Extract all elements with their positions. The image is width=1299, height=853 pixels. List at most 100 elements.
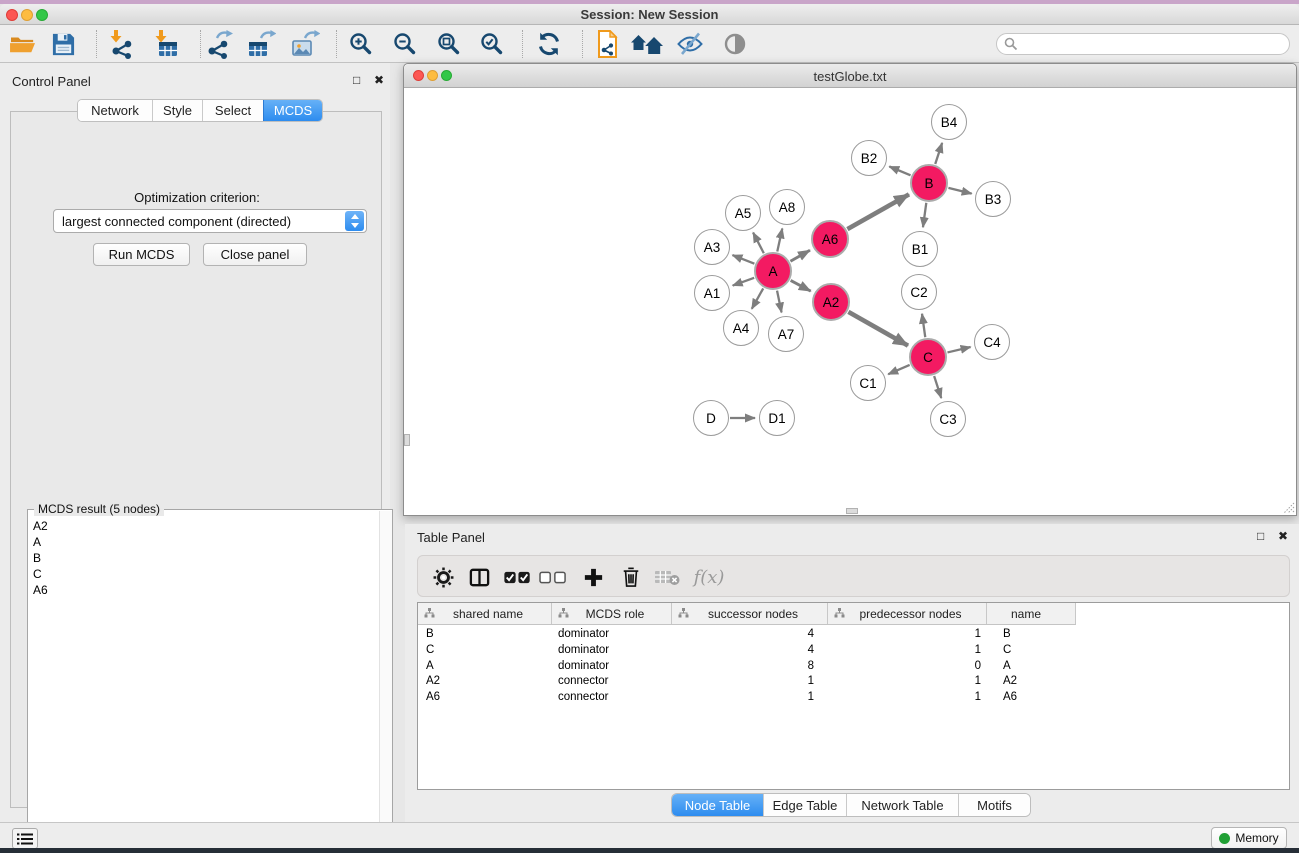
cell-name[interactable]: A6 [987, 690, 1076, 706]
zoom-fit-icon[interactable] [432, 30, 466, 58]
tab-edge-table[interactable]: Edge Table [763, 794, 846, 816]
split-panel-icon[interactable] [464, 563, 494, 591]
search-input[interactable] [1018, 37, 1289, 51]
graph-node-A2[interactable]: A2 [812, 283, 850, 321]
tab-select[interactable]: Select [202, 100, 263, 121]
network-from-file-icon[interactable] [590, 30, 624, 58]
tab-network-table[interactable]: Network Table [846, 794, 958, 816]
tab-style[interactable]: Style [152, 100, 202, 121]
unselect-all-icon[interactable] [538, 563, 568, 591]
graph-node-A3[interactable]: A3 [694, 229, 730, 265]
graph-node-D[interactable]: D [693, 400, 729, 436]
create-column-icon[interactable] [578, 563, 608, 591]
column-header-successor-nodes[interactable]: successor nodes [672, 603, 828, 624]
tab-network[interactable]: Network [78, 100, 152, 121]
cell-name[interactable]: A2 [987, 674, 1076, 690]
column-header-predecessor-nodes[interactable]: predecessor nodes [828, 603, 987, 624]
zoom-in-icon[interactable] [344, 30, 378, 58]
cell-MCDS-role[interactable]: connector [552, 690, 672, 706]
graph-node-B[interactable]: B [910, 164, 948, 202]
graph-node-C3[interactable]: C3 [930, 401, 966, 437]
graph-node-A4[interactable]: A4 [723, 310, 759, 346]
cell-predecessor-nodes[interactable]: 1 [828, 690, 987, 706]
list-scrollbar[interactable] [379, 511, 392, 849]
resize-grip[interactable] [1281, 500, 1295, 514]
zoom-selected-icon[interactable] [475, 30, 509, 58]
column-header-shared-name[interactable]: shared name [418, 603, 552, 624]
cell-successor-nodes[interactable]: 4 [672, 643, 828, 659]
zoom-out-icon[interactable] [388, 30, 422, 58]
criterion-dropdown[interactable]: largest connected component (directed) [53, 209, 367, 233]
cell-name[interactable]: B [987, 627, 1076, 643]
cell-predecessor-nodes[interactable]: 1 [828, 627, 987, 643]
cell-predecessor-nodes[interactable]: 1 [828, 674, 987, 690]
export-network-icon[interactable] [202, 30, 236, 58]
float-table-panel-icon[interactable]: □ [1257, 529, 1264, 543]
mcds-result-item[interactable]: C [33, 566, 379, 582]
graph-node-A[interactable]: A [754, 252, 792, 290]
column-header-name[interactable]: name [987, 603, 1076, 624]
close-panel-icon[interactable]: ✖ [374, 73, 384, 87]
graph-node-B4[interactable]: B4 [931, 104, 967, 140]
cell-name[interactable]: C [987, 643, 1076, 659]
cell-MCDS-role[interactable]: connector [552, 674, 672, 690]
graph-node-A8[interactable]: A8 [769, 189, 805, 225]
cell-name[interactable]: A [987, 659, 1076, 675]
graph-node-B1[interactable]: B1 [902, 231, 938, 267]
float-panel-icon[interactable]: □ [353, 73, 360, 87]
cell-predecessor-nodes[interactable]: 0 [828, 659, 987, 675]
horizontal-scrollbar-thumb[interactable] [846, 508, 858, 514]
mcds-result-item[interactable]: A [33, 534, 379, 550]
cell-successor-nodes[interactable]: 1 [672, 690, 828, 706]
cell-shared-name[interactable]: A6 [418, 690, 552, 706]
graph-node-A7[interactable]: A7 [768, 316, 804, 352]
delete-columns-icon[interactable] [616, 563, 646, 591]
show-graphics-details-icon[interactable] [718, 30, 752, 58]
cell-MCDS-role[interactable]: dominator [552, 627, 672, 643]
memory-button[interactable]: Memory [1211, 827, 1287, 849]
save-session-icon[interactable] [46, 30, 80, 58]
cell-MCDS-role[interactable]: dominator [552, 643, 672, 659]
vertical-scrollbar-thumb[interactable] [404, 434, 410, 446]
open-file-icon[interactable] [6, 30, 40, 58]
tab-node-table[interactable]: Node Table [672, 794, 763, 816]
cell-shared-name[interactable]: B [418, 627, 552, 643]
mcds-result-item[interactable]: A2 [33, 518, 379, 534]
network-canvas[interactable]: B4B2BB3A5A8A6B1A3AA1C2A2A4A7CC4C1C3DD1 [404, 88, 1296, 515]
cell-successor-nodes[interactable]: 8 [672, 659, 828, 675]
mcds-result-item[interactable]: B [33, 550, 379, 566]
close-panel-button[interactable]: Close panel [203, 243, 307, 266]
graph-node-B2[interactable]: B2 [851, 140, 887, 176]
hide-graphics-details-icon[interactable] [673, 30, 707, 58]
select-all-icon[interactable] [502, 563, 532, 591]
graph-node-C4[interactable]: C4 [974, 324, 1010, 360]
column-header-MCDS-role[interactable]: MCDS role [552, 603, 672, 624]
cell-successor-nodes[interactable]: 4 [672, 627, 828, 643]
cell-MCDS-role[interactable]: dominator [552, 659, 672, 675]
cell-shared-name[interactable]: A [418, 659, 552, 675]
tab-motifs[interactable]: Motifs [958, 794, 1030, 816]
first-neighbors-icon[interactable] [630, 30, 664, 58]
apply-layout-icon[interactable] [532, 30, 566, 58]
task-history-button[interactable] [12, 828, 38, 849]
function-builder-icon[interactable]: f(x) [690, 563, 728, 591]
graph-node-C[interactable]: C [909, 338, 947, 376]
export-image-icon[interactable] [288, 30, 322, 58]
cell-shared-name[interactable]: A2 [418, 674, 552, 690]
export-table-icon[interactable] [244, 30, 278, 58]
run-mcds-button[interactable]: Run MCDS [93, 243, 190, 266]
graph-node-D1[interactable]: D1 [759, 400, 795, 436]
close-table-panel-icon[interactable]: ✖ [1278, 529, 1288, 543]
graph-node-B3[interactable]: B3 [975, 181, 1011, 217]
cell-successor-nodes[interactable]: 1 [672, 674, 828, 690]
graph-node-C1[interactable]: C1 [850, 365, 886, 401]
graph-node-A6[interactable]: A6 [811, 220, 849, 258]
cell-predecessor-nodes[interactable]: 1 [828, 643, 987, 659]
mcds-result-item[interactable]: A6 [33, 582, 379, 598]
search-field[interactable] [996, 33, 1290, 55]
delete-table-icon[interactable] [652, 563, 682, 591]
graph-node-A5[interactable]: A5 [725, 195, 761, 231]
cell-shared-name[interactable]: C [418, 643, 552, 659]
tab-mcds[interactable]: MCDS [263, 100, 322, 121]
settings-gear-icon[interactable] [428, 563, 458, 591]
